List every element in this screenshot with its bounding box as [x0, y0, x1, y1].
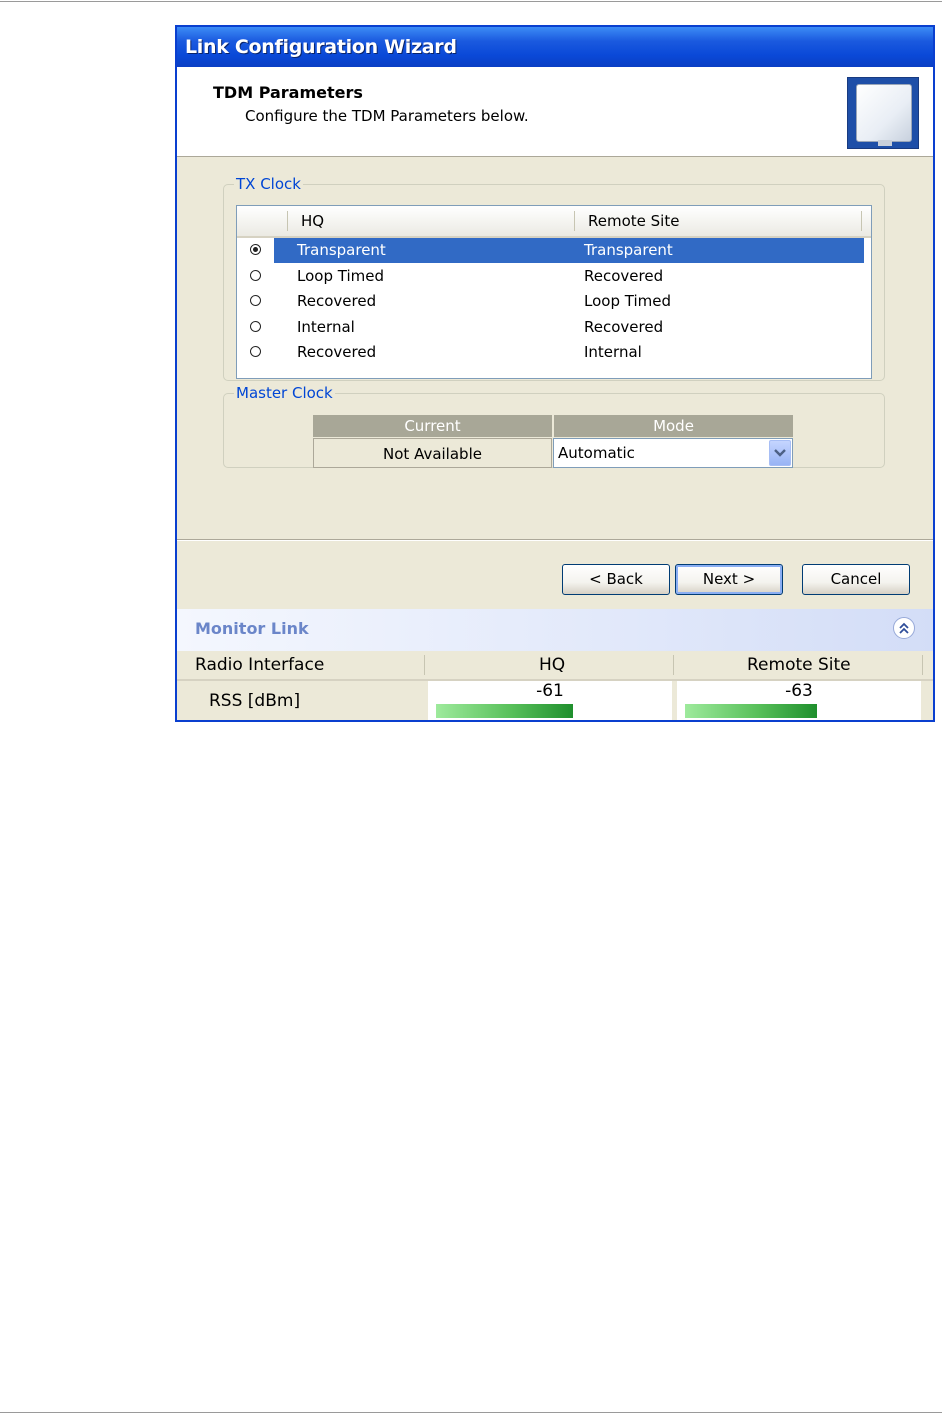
rss-remote-value: -63: [785, 681, 813, 701]
monitor-link-title: Monitor Link: [195, 619, 309, 638]
tx-clock-legend: TX Clock: [236, 175, 301, 193]
row-hq-value: Recovered: [297, 343, 377, 361]
row-remote-value: Transparent: [584, 241, 673, 259]
row-remote-value: Recovered: [584, 267, 664, 285]
radio-selected-icon[interactable]: [250, 244, 261, 255]
title-bar[interactable]: Link Configuration Wizard: [177, 27, 933, 67]
rss-remote-cell: -63: [677, 681, 921, 720]
row-hq-value: Loop Timed: [297, 267, 384, 285]
chevron-down-icon: [774, 449, 786, 457]
rss-hq-value: -61: [536, 681, 564, 701]
row-hq-value: Transparent: [297, 241, 386, 259]
tx-clock-header: HQ Remote Site: [237, 206, 871, 238]
tx-clock-row[interactable]: Internal Recovered: [237, 315, 871, 340]
rss-hq-bar: [436, 704, 573, 718]
row-remote-value: Recovered: [584, 318, 664, 336]
page-top-rule: [0, 1, 942, 2]
tx-clock-row[interactable]: Recovered Loop Timed: [237, 289, 871, 314]
collapse-button[interactable]: [893, 617, 915, 639]
rss-row: RSS [dBm] -61 -63: [177, 681, 933, 720]
wizard-header: TDM Parameters Configure the TDM Paramet…: [177, 67, 933, 157]
mode-select-value: Automatic: [558, 444, 635, 462]
column-remote-site[interactable]: Remote Site: [588, 212, 679, 230]
mode-header: Mode: [554, 415, 793, 437]
back-button[interactable]: < Back: [562, 564, 670, 595]
current-header: Current: [313, 415, 552, 437]
tx-clock-row[interactable]: Loop Timed Recovered: [237, 264, 871, 289]
column-hq: HQ: [539, 655, 566, 675]
antenna-icon: [847, 77, 919, 149]
window-title: Link Configuration Wizard: [185, 36, 457, 58]
radio-icon[interactable]: [250, 346, 261, 357]
monitor-link-panel: Monitor Link: [177, 609, 933, 651]
footer-divider: [177, 539, 933, 541]
monitor-table-header: Radio Interface HQ Remote Site: [177, 651, 933, 681]
page-title: TDM Parameters: [213, 83, 363, 102]
rss-hq-cell: -61: [428, 681, 672, 720]
next-button[interactable]: Next >: [675, 564, 783, 595]
wizard-window: Link Configuration Wizard TDM Parameters…: [175, 25, 935, 722]
column-hq[interactable]: HQ: [301, 212, 324, 230]
rss-remote-bar: [685, 704, 817, 718]
tx-clock-list[interactable]: HQ Remote Site Transparent Transparent L…: [236, 205, 872, 379]
row-hq-value: Recovered: [297, 292, 377, 310]
master-clock-group: Master Clock Current Mode Not Available …: [223, 384, 885, 468]
row-remote-value: Loop Timed: [584, 292, 671, 310]
radio-icon[interactable]: [250, 321, 261, 332]
tx-clock-row[interactable]: Recovered Internal: [237, 340, 871, 365]
page-subtitle: Configure the TDM Parameters below.: [245, 107, 529, 125]
row-hq-value: Internal: [297, 318, 355, 336]
current-value: Not Available: [313, 438, 552, 468]
mode-select[interactable]: Automatic: [553, 438, 793, 468]
radio-icon[interactable]: [250, 270, 261, 281]
tx-clock-group: TX Clock HQ Remote Site Transparent Tran…: [223, 175, 885, 381]
page-bottom-rule: [0, 1412, 942, 1413]
row-remote-value: Internal: [584, 343, 642, 361]
cancel-button[interactable]: Cancel: [802, 564, 910, 595]
tx-clock-row[interactable]: Transparent Transparent: [237, 238, 871, 263]
master-clock-legend: Master Clock: [236, 384, 333, 402]
column-radio-interface: Radio Interface: [195, 655, 325, 675]
rss-label: RSS [dBm]: [209, 691, 301, 711]
radio-icon[interactable]: [250, 295, 261, 306]
double-chevron-up-icon: [899, 622, 909, 634]
dropdown-button[interactable]: [769, 440, 791, 466]
column-remote-site: Remote Site: [747, 655, 851, 675]
